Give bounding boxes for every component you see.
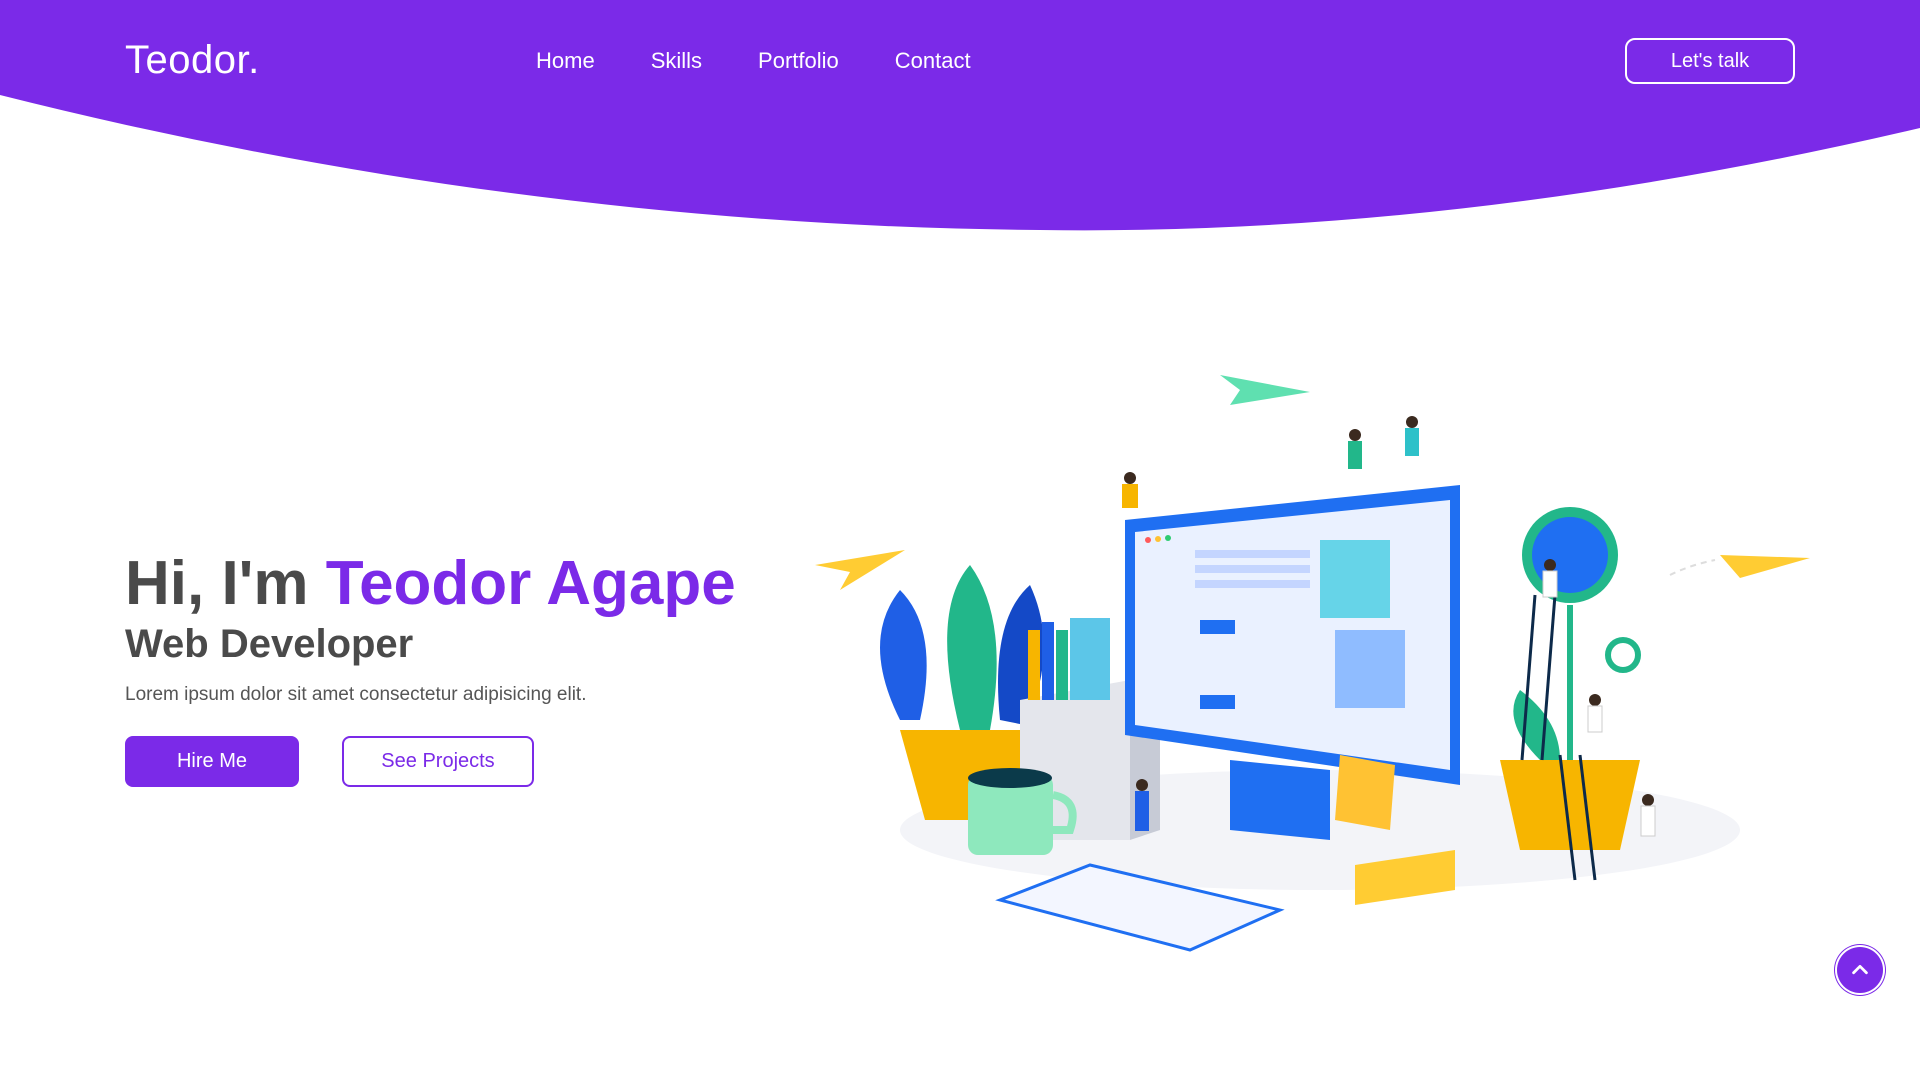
nav-link-home[interactable]: Home (536, 48, 595, 74)
header-background (0, 0, 1920, 231)
nav-link-portfolio[interactable]: Portfolio (758, 48, 839, 74)
hero-role: Web Developer (125, 622, 414, 666)
main-nav: Home Skills Portfolio Contact (536, 48, 971, 74)
scroll-to-top-button[interactable] (1837, 947, 1883, 993)
hero-text: Hi, I'm Teodor Agape Web Developer Lorem… (125, 548, 736, 706)
hero-buttons: Hire Me See Projects (125, 736, 534, 787)
site-logo[interactable]: Teodor. (125, 38, 260, 83)
hero-tagline: Lorem ipsum dolor sit amet consectetur a… (125, 684, 587, 705)
hero-greeting: Hi, I'm (125, 549, 309, 618)
nav-link-skills[interactable]: Skills (651, 48, 702, 74)
hero-title: Hi, I'm Teodor Agape (125, 548, 736, 620)
nav-link-contact[interactable]: Contact (895, 48, 971, 74)
hire-me-button[interactable]: Hire Me (125, 736, 299, 787)
chevron-up-icon (1852, 964, 1868, 975)
lets-talk-button[interactable]: Let's talk (1625, 38, 1795, 84)
hero-name: Teodor Agape (325, 549, 736, 618)
hero-illustration (815, 375, 1810, 952)
see-projects-button[interactable]: See Projects (342, 736, 534, 787)
